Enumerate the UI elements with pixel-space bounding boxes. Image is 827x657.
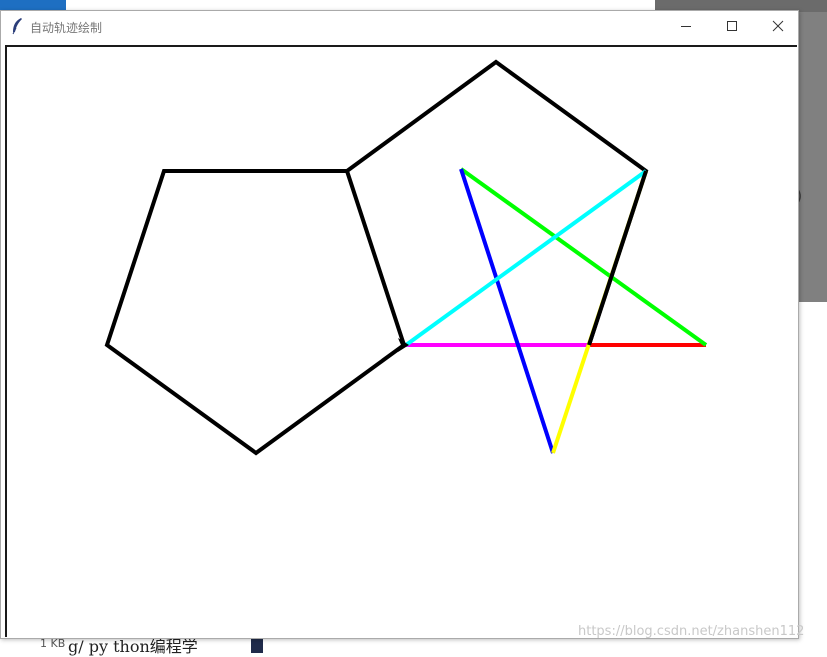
maximize-icon bbox=[727, 21, 737, 31]
turtle-window: 自动轨迹绘制 bbox=[0, 10, 799, 639]
star-line-green bbox=[459, 167, 708, 347]
star-line-cyan bbox=[404, 169, 648, 347]
maximize-button[interactable] bbox=[709, 11, 755, 41]
background-selected-tab bbox=[0, 0, 66, 10]
title-bar[interactable]: 自动轨迹绘制 bbox=[1, 11, 798, 41]
close-icon bbox=[772, 20, 784, 32]
blog-watermark: https://blog.csdn.net/zhanshen112 bbox=[578, 624, 805, 639]
window-title: 自动轨迹绘制 bbox=[30, 21, 103, 35]
feather-icon bbox=[9, 17, 25, 35]
minimize-button[interactable] bbox=[663, 11, 709, 41]
turtle-canvas[interactable] bbox=[5, 45, 797, 637]
left-pentagon bbox=[104, 169, 407, 456]
close-button[interactable] bbox=[755, 11, 801, 41]
star-line-blue bbox=[459, 168, 555, 454]
star-line-black bbox=[587, 170, 648, 346]
minimize-icon bbox=[681, 26, 691, 27]
background-dark-icon bbox=[251, 638, 263, 653]
trajectory-drawing bbox=[104, 59, 708, 456]
